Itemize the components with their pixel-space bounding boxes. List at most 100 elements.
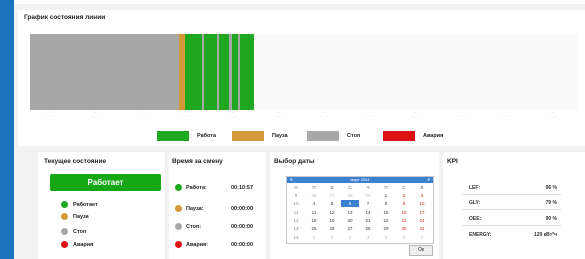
kpi-separator <box>461 194 561 195</box>
calendar-day[interactable]: 18 <box>305 217 323 224</box>
timeline-tick: ▪ ·········· <box>501 110 512 118</box>
calendar-weekday-header: С <box>402 185 406 190</box>
timeline-segment-work <box>231 34 239 110</box>
calendar-week-column-header: Н <box>294 185 298 190</box>
calendar-day[interactable]: 6 <box>395 234 413 241</box>
kpi-title: KPI <box>447 158 458 165</box>
calendar-day[interactable]: 29 <box>377 225 395 232</box>
state-label-alarm: Авария <box>73 242 94 248</box>
calendar-day[interactable]: 3 <box>341 234 359 241</box>
calendar-day[interactable]: 22 <box>377 217 395 224</box>
shift-value-alarm: 00:00:00 <box>231 242 254 248</box>
state-dot-alarm <box>61 241 68 248</box>
calendar-day[interactable]: 24 <box>413 217 431 224</box>
state-label-pause: Пауза <box>73 214 89 220</box>
calendar-day[interactable]: 12 <box>323 209 341 216</box>
calendar-weekday-header: С <box>348 185 352 190</box>
shift-label-pause: Пауза: <box>186 206 204 212</box>
current-state-title: Текущее состояние <box>44 158 107 165</box>
legend-label-alarm: Авария <box>423 133 444 139</box>
calendar-week-number: 11 <box>293 209 299 215</box>
calendar-day[interactable]: 26 <box>323 225 341 232</box>
calendar-day[interactable]: 23 <box>395 217 413 224</box>
timeline-segment-work <box>239 34 254 110</box>
legend-swatch-pause <box>232 131 264 141</box>
calendar-day[interactable]: 9 <box>395 200 413 207</box>
calendar-week-number: 12 <box>293 217 299 223</box>
calendar-day[interactable]: 29 <box>359 192 377 199</box>
calendar-day[interactable]: 7 <box>359 200 377 207</box>
calendar-day[interactable]: 5 <box>377 234 395 241</box>
date-picker-title: Выбор даты <box>274 158 315 165</box>
calendar-day[interactable]: 17 <box>413 209 431 216</box>
shift-time-title: Время за смену <box>172 158 223 165</box>
kpi-value: 79 % <box>545 200 557 206</box>
calendar-day[interactable]: 10 <box>413 200 431 207</box>
calendar-day[interactable]: 8 <box>377 200 395 207</box>
calendar-day[interactable]: 7 <box>413 234 431 241</box>
calendar-day[interactable]: 2 <box>395 192 413 199</box>
calendar-day[interactable]: 16 <box>395 209 413 216</box>
state-label-work: Работает <box>73 202 98 208</box>
calendar-month-label: март 2024 <box>350 177 370 182</box>
timeline-tick: ▪ ·········· <box>456 110 466 118</box>
line-state-timeline <box>30 34 578 110</box>
timeline-segment-work <box>185 34 203 110</box>
shift-dot-alarm <box>175 241 182 248</box>
calendar-day[interactable]: 28 <box>359 225 377 232</box>
kpi-value: 96 % <box>545 185 557 191</box>
kpi-separator <box>461 225 561 226</box>
timeline-tick: ▪ ·········· <box>364 110 375 118</box>
calendar-day[interactable]: 3 <box>413 192 431 199</box>
calendar-day[interactable]: 31 <box>413 225 431 232</box>
calendar-day[interactable]: 15 <box>377 209 395 216</box>
calendar-day[interactable]: 21 <box>359 217 377 224</box>
shift-label-work: Работа: <box>186 185 207 191</box>
state-label-stop: Стоп <box>73 229 87 235</box>
calendar-day[interactable]: 25 <box>305 225 323 232</box>
shift-dot-stop <box>175 223 182 230</box>
calendar-header: « март 2024 » <box>287 177 433 183</box>
shift-value-work: 00:10:57 <box>231 185 254 191</box>
calendar-week-number: 10 <box>293 201 299 207</box>
shift-dot-work <box>175 184 182 191</box>
legend-swatch-stop <box>307 131 339 141</box>
state-dot-work <box>61 201 68 208</box>
shift-dot-pause <box>175 205 182 212</box>
calendar-day[interactable]: 4 <box>359 234 377 241</box>
shift-label-stop: Стоп: <box>186 224 202 230</box>
timeline-tick: ▪ ·········· <box>319 110 329 118</box>
timeline-tick: ▪ ·········· <box>227 110 238 118</box>
state-dot-stop <box>61 228 68 235</box>
calendar-day[interactable]: 30 <box>395 225 413 232</box>
calendar-day[interactable]: 4 <box>305 200 323 207</box>
calendar-day[interactable]: 27 <box>341 225 359 232</box>
calendar-weekday-header: В <box>420 185 424 190</box>
timeline-tick: ▪ ·········· <box>136 110 147 118</box>
kpi-label: GLY: <box>469 200 481 206</box>
calendar-day[interactable]: 20 <box>341 217 359 224</box>
timeline-segment-stop <box>30 34 180 110</box>
calendar-day[interactable]: 26 <box>305 192 323 199</box>
calendar-day[interactable]: 28 <box>341 192 359 199</box>
calendar-weekday-header: П <box>384 185 388 190</box>
kpi-label: ENERGY: <box>469 232 492 238</box>
running-state-button[interactable]: Работает <box>50 174 161 191</box>
calendar-day[interactable]: 27 <box>323 192 341 199</box>
calendar-day[interactable]: 1 <box>305 234 323 241</box>
calendar-day[interactable]: 19 <box>323 217 341 224</box>
timeline-segment-work <box>203 34 217 110</box>
calendar-day[interactable]: 1 <box>377 192 395 199</box>
calendar-day[interactable]: 2 <box>323 234 341 241</box>
kpi-label: LEF: <box>469 185 481 191</box>
calendar-day[interactable]: 13 <box>341 209 359 216</box>
calendar-week-number: 14 <box>293 234 299 240</box>
calendar-next-button[interactable]: » <box>427 177 430 183</box>
calendar-day[interactable]: 11 <box>305 209 323 216</box>
calendar-day[interactable]: 5 <box>323 200 341 207</box>
kpi-value: 90 % <box>545 216 557 222</box>
calendar-day[interactable]: 6 <box>341 200 359 208</box>
calendar-day[interactable]: 14 <box>359 209 377 216</box>
legend-swatch-alarm <box>383 131 415 141</box>
calendar-ok-button[interactable]: Ок <box>409 245 433 256</box>
